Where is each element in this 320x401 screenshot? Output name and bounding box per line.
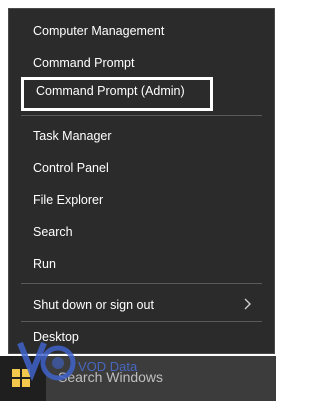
power-user-menu: Computer Management Command Prompt Comma… [8, 8, 275, 354]
screen: Computer Management Command Prompt Comma… [0, 0, 276, 401]
menu-divider [21, 115, 262, 116]
menu-divider [21, 321, 262, 322]
windows-logo-icon [12, 369, 30, 387]
menu-item-desktop[interactable]: Desktop [9, 323, 274, 351]
menu-item-shut-down-or-sign-out[interactable]: Shut down or sign out [9, 291, 274, 319]
menu-item-file-explorer[interactable]: File Explorer [9, 186, 274, 214]
start-button[interactable] [0, 356, 46, 401]
taskbar: Search Windows [0, 356, 276, 401]
menu-item-label: Shut down or sign out [33, 298, 154, 312]
menu-item-run[interactable]: Run [9, 250, 274, 278]
search-placeholder: Search Windows [58, 369, 164, 385]
menu-item-computer-management[interactable]: Computer Management [9, 17, 274, 45]
menu-item-command-prompt-admin[interactable]: Command Prompt (Admin) [21, 77, 213, 111]
chevron-right-icon [244, 298, 251, 310]
menu-item-task-manager[interactable]: Task Manager [9, 122, 274, 150]
menu-divider [21, 283, 262, 284]
menu-item-control-panel[interactable]: Control Panel [9, 154, 274, 182]
menu-item-command-prompt[interactable]: Command Prompt [9, 49, 274, 77]
menu-item-search[interactable]: Search [9, 218, 274, 246]
taskbar-search-box[interactable]: Search Windows [46, 356, 276, 401]
